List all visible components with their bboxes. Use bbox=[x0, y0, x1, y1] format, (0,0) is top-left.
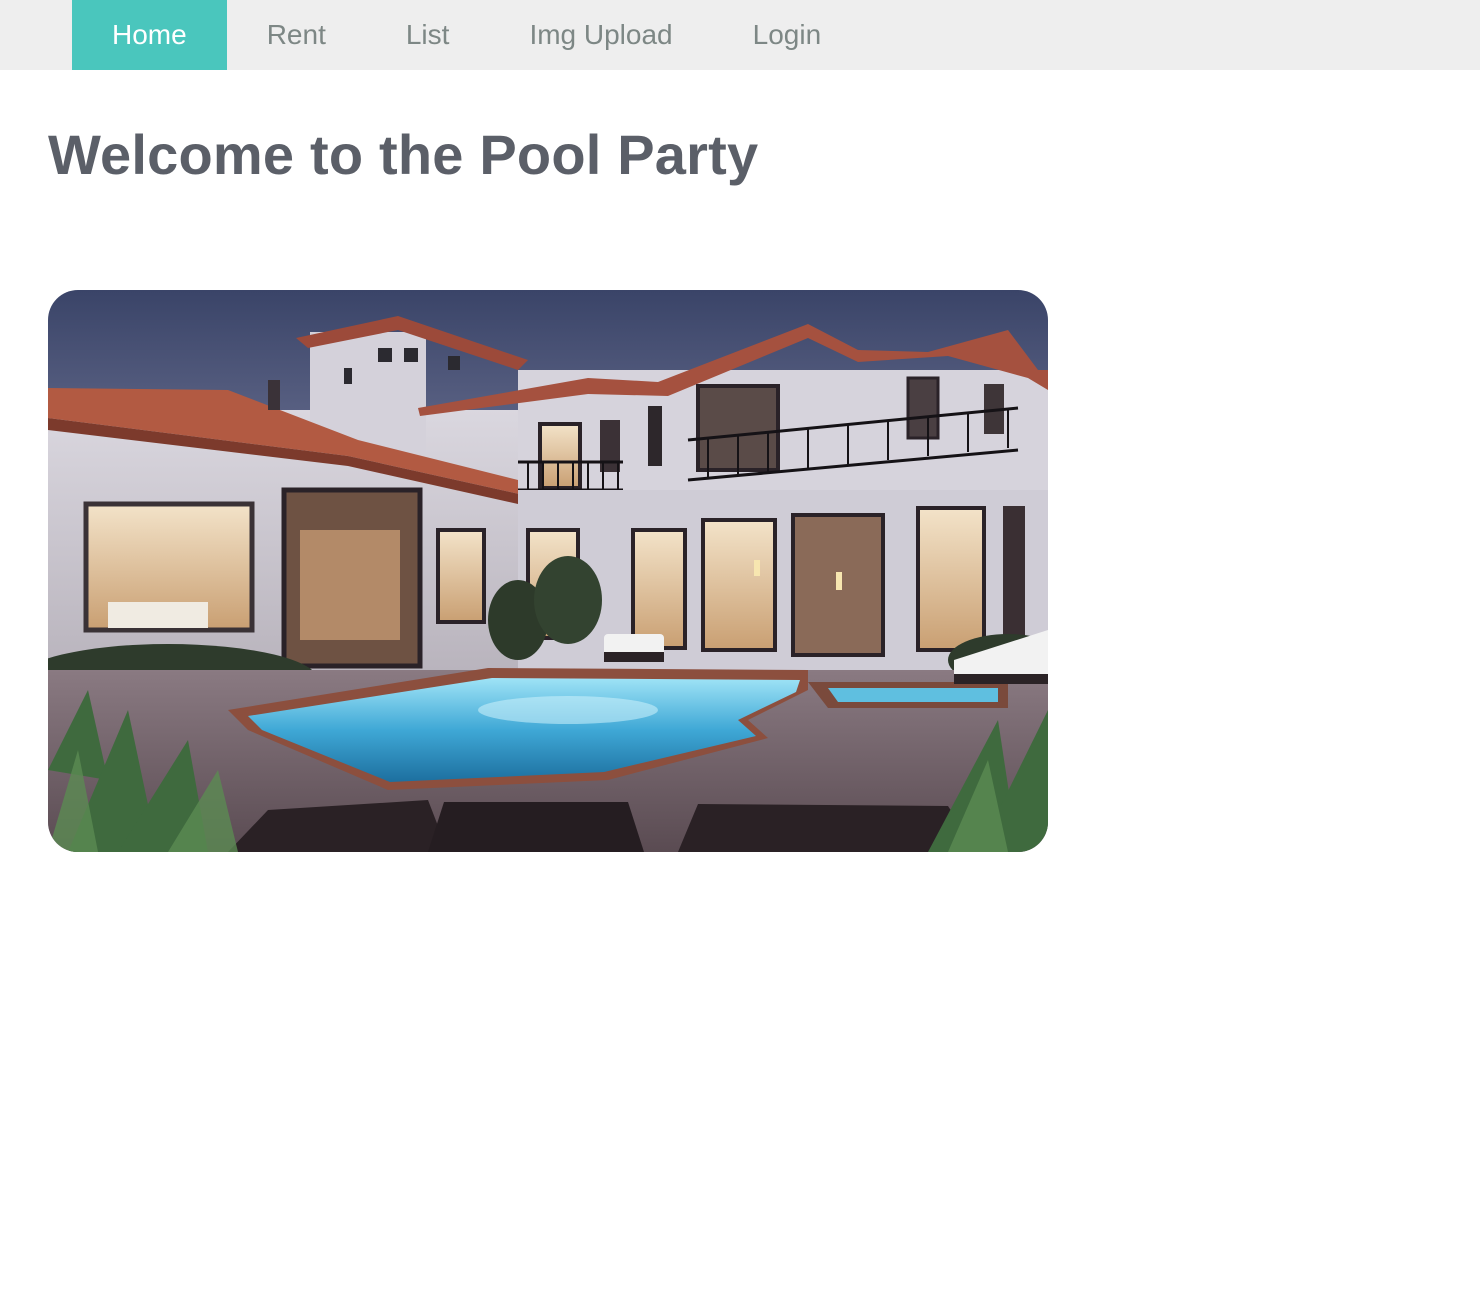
nav-item-login[interactable]: Login bbox=[713, 0, 862, 70]
top-navbar: Home Rent List Img Upload Login bbox=[0, 0, 1480, 70]
hero-image bbox=[48, 290, 1048, 852]
nav-item-home[interactable]: Home bbox=[72, 0, 227, 70]
nav-item-list[interactable]: List bbox=[366, 0, 490, 70]
pool-house-illustration bbox=[48, 290, 1048, 852]
nav-item-img-upload[interactable]: Img Upload bbox=[489, 0, 712, 70]
nav-item-rent[interactable]: Rent bbox=[227, 0, 366, 70]
page-title: Welcome to the Pool Party bbox=[48, 123, 759, 186]
nav-list: Home Rent List Img Upload Login bbox=[72, 0, 861, 70]
